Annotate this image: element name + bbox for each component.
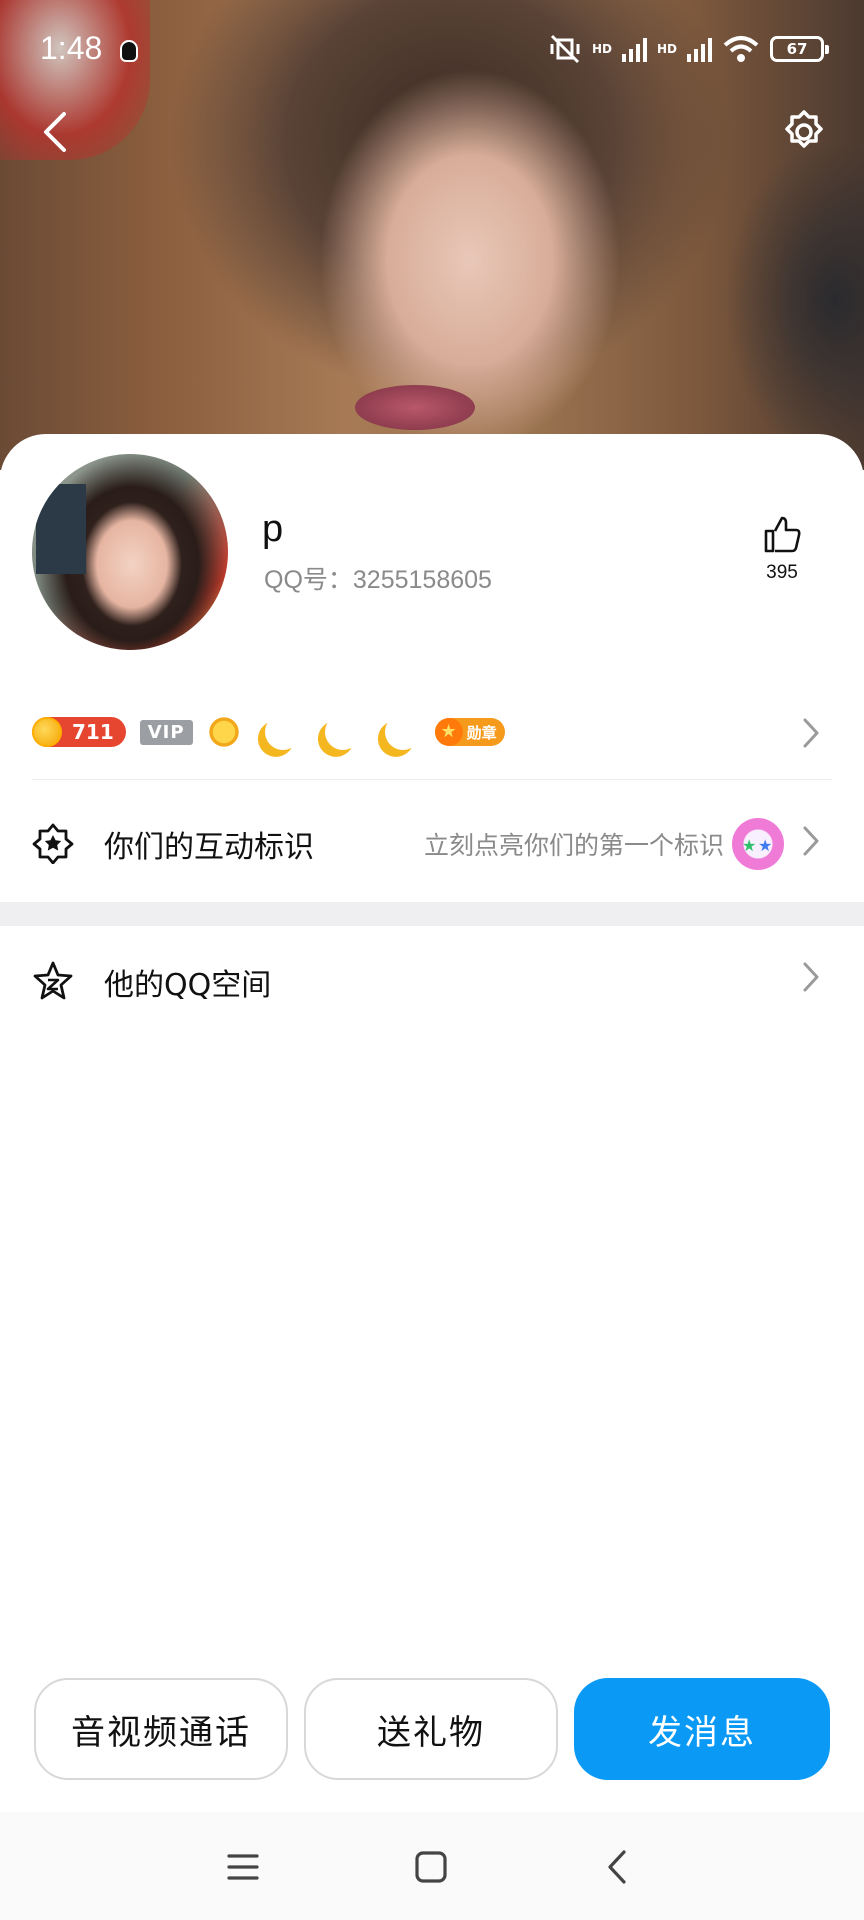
settings-icon[interactable] bbox=[780, 108, 828, 156]
interaction-mark-label: 你们的互动标识 bbox=[104, 830, 314, 865]
qzone-row[interactable]: 他的QQ空间 bbox=[0, 930, 864, 1026]
moon-level-icon bbox=[380, 709, 426, 755]
coin-icon bbox=[32, 717, 62, 747]
blue-star-icon: ★ bbox=[758, 836, 773, 855]
flower-mark-icon: ★ ★ bbox=[732, 818, 784, 870]
divider bbox=[32, 779, 832, 780]
status-bar: 1:48 HD HD 67 bbox=[0, 0, 864, 100]
qq-number[interactable]: QQ号：3255158605 bbox=[264, 560, 492, 596]
avatar[interactable] bbox=[32, 454, 228, 650]
battery-level: 67 bbox=[786, 40, 808, 58]
network-label-2: HD bbox=[656, 42, 677, 56]
battery-icon: 67 bbox=[770, 36, 829, 62]
signal-icon-2 bbox=[687, 36, 712, 62]
section-gap bbox=[0, 902, 864, 926]
interaction-mark-row[interactable]: 你们的互动标识 立刻点亮你们的第一个标识 ★ ★ bbox=[0, 792, 864, 888]
thumbs-up-icon bbox=[764, 516, 801, 553]
status-icons: HD HD 67 bbox=[548, 34, 829, 64]
back-icon[interactable] bbox=[36, 108, 76, 156]
chevron-right-icon bbox=[803, 826, 819, 856]
moon-level-icon bbox=[260, 709, 306, 755]
profile-card: p QQ号：3255158605 395 711 VIP ★ 勋章 你们的互动标… bbox=[0, 434, 864, 1920]
cover-detail bbox=[355, 385, 475, 430]
like-button[interactable]: 395 bbox=[752, 514, 812, 584]
qq-notification-icon bbox=[120, 40, 138, 62]
level-badge: 711 bbox=[32, 717, 126, 747]
qzone-star-icon bbox=[33, 961, 73, 1000]
mute-vibrate-icon bbox=[550, 34, 580, 64]
interaction-star-icon bbox=[32, 823, 74, 864]
badge-row[interactable]: 711 VIP ★ 勋章 bbox=[32, 702, 832, 762]
like-count: 395 bbox=[766, 562, 798, 583]
video-call-button[interactable]: 音视频通话 bbox=[34, 1678, 288, 1780]
interaction-mark-hint: 立刻点亮你们的第一个标识 bbox=[423, 831, 724, 860]
status-time: 1:48 bbox=[40, 30, 103, 66]
sun-level-icon bbox=[206, 715, 241, 749]
nav-back-icon[interactable] bbox=[604, 1848, 630, 1886]
profile-name: p bbox=[262, 508, 284, 550]
level-value: 711 bbox=[72, 720, 114, 744]
chevron-right-icon bbox=[803, 962, 819, 992]
medal-badge: ★ 勋章 bbox=[434, 718, 505, 746]
system-nav-bar bbox=[0, 1812, 864, 1920]
avatar-background-sign bbox=[36, 484, 86, 574]
menu-icon[interactable] bbox=[226, 1852, 260, 1882]
wifi-icon bbox=[723, 36, 759, 62]
green-star-icon: ★ bbox=[742, 836, 757, 855]
signal-icon-1 bbox=[621, 36, 647, 62]
medal-label: 勋章 bbox=[466, 723, 497, 742]
medal-star-icon: ★ bbox=[434, 718, 463, 746]
moon-level-icon bbox=[320, 709, 366, 755]
home-icon[interactable] bbox=[414, 1850, 448, 1884]
chevron-right-icon[interactable] bbox=[800, 716, 822, 750]
send-gift-button[interactable]: 送礼物 bbox=[304, 1678, 558, 1780]
send-message-button[interactable]: 发消息 bbox=[574, 1678, 830, 1780]
qzone-label: 他的QQ空间 bbox=[104, 968, 272, 1003]
vip-badge: VIP bbox=[139, 719, 193, 745]
network-label-1: HD bbox=[591, 42, 612, 56]
